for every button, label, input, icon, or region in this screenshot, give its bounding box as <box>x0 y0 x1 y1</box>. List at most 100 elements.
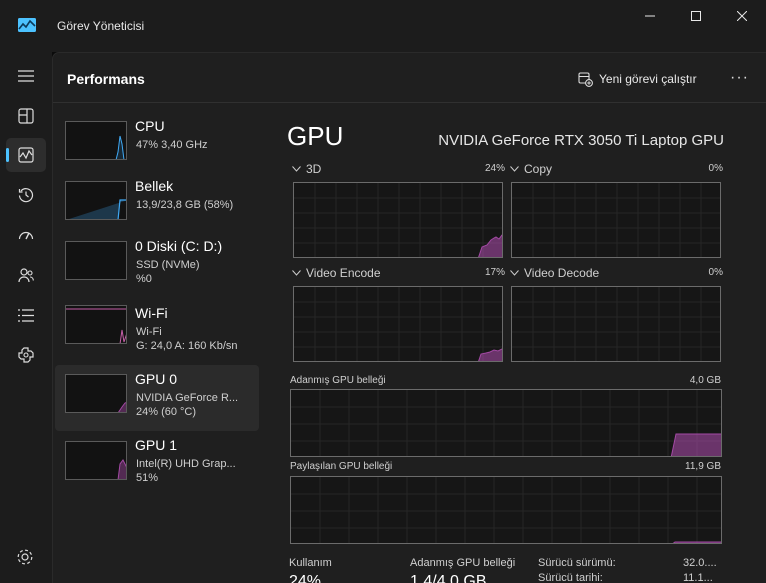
device-detail-2: G: 24,0 A: 160 Kb/sn <box>136 340 238 352</box>
chevron-down-icon <box>510 166 519 172</box>
stat-utilization-value: 24% <box>289 573 322 583</box>
gpu1-thumbnail-graph <box>65 441 127 480</box>
engine-percent: 17% <box>484 267 505 278</box>
disk-thumbnail-graph <box>65 241 127 280</box>
engine-video-encode-selector[interactable]: Video Encode <box>292 266 381 280</box>
hamburger-menu-icon <box>18 70 34 82</box>
close-button[interactable] <box>719 0 765 32</box>
chevron-down-icon <box>292 270 301 276</box>
dedicated-memory-graph <box>290 389 722 457</box>
stat-dedicated-memory-value: 1,4/4,0 GB <box>410 573 487 583</box>
memory-thumbnail-graph <box>65 181 127 220</box>
engine-label: Video Decode <box>524 266 600 280</box>
nav-details[interactable] <box>6 298 46 332</box>
page-header: Performans Yeni görevi çalıştır ··· <box>53 53 766 103</box>
cpu-thumbnail-graph <box>65 121 127 160</box>
shared-memory-label: Paylaşılan GPU belleği <box>290 461 393 472</box>
processes-icon <box>18 108 34 124</box>
engine-copy-graph <box>511 182 721 258</box>
dedicated-memory-max: 4,0 GB <box>689 375 721 386</box>
engine-copy-selector[interactable]: Copy <box>510 162 552 176</box>
engine-percent: 0% <box>708 267 723 278</box>
nav-menu-button[interactable] <box>6 59 46 93</box>
device-item-memory[interactable]: Bellek 13,9/23,8 GB (58%) <box>55 172 259 238</box>
device-item-wifi[interactable]: Wi-Fi Wi-Fi G: 24,0 A: 160 Kb/sn <box>55 299 259 365</box>
run-new-task-label: Yeni görevi çalıştır <box>599 72 697 86</box>
engine-percent: 0% <box>708 163 723 174</box>
run-new-task-icon <box>578 71 593 87</box>
startup-apps-icon <box>18 231 34 240</box>
nav-app-history[interactable] <box>6 178 46 212</box>
users-icon <box>18 268 34 283</box>
dedicated-memory-label: Adanmış GPU belleği <box>290 375 386 386</box>
stat-dedicated-memory-label: Adanmış GPU belleği <box>410 557 516 569</box>
device-detail: SSD (NVMe) <box>136 259 200 271</box>
close-icon <box>737 11 747 21</box>
stat-driver-version-label: Sürücü sürümü: <box>538 557 616 569</box>
maximize-icon <box>691 11 701 21</box>
minimize-icon <box>645 15 655 17</box>
device-detail-2: 51% <box>136 472 159 484</box>
shared-memory-graph <box>290 476 722 544</box>
device-list: CPU 47% 3,40 GHz Bellek 13,9/23,8 GB (58… <box>53 104 259 583</box>
app-history-icon <box>18 188 34 203</box>
engine-label: 3D <box>306 162 322 176</box>
run-new-task-button[interactable]: Yeni görevi çalıştır <box>578 70 697 88</box>
engine-3d-graph <box>293 182 503 258</box>
engine-label: Video Encode <box>306 266 381 280</box>
stat-driver-version-value: 32.0.... <box>683 557 717 569</box>
gpu0-thumbnail-graph <box>65 374 127 413</box>
more-options-button[interactable]: ··· <box>730 69 749 87</box>
engine-percent: 24% <box>484 163 505 174</box>
device-detail: 13,9/23,8 GB (58%) <box>136 199 234 211</box>
stat-driver-date-label: Sürücü tarihi: <box>538 572 603 583</box>
wifi-thumbnail-graph <box>65 305 127 344</box>
performance-icon <box>18 147 34 163</box>
device-detail: Intel(R) UHD Grap... <box>136 458 236 470</box>
engine-label: Copy <box>524 162 553 176</box>
device-item-gpu-1[interactable]: GPU 1 Intel(R) UHD Grap... 51% <box>55 431 259 497</box>
device-detail-2: 24% (60 °C) <box>136 406 197 418</box>
minimize-button[interactable] <box>627 0 673 32</box>
device-detail: NVIDIA GeForce R... <box>136 392 239 404</box>
chevron-down-icon <box>510 270 519 276</box>
maximize-button[interactable] <box>673 0 719 32</box>
stat-utilization-label: Kullanım <box>289 557 332 569</box>
title-bar: Görev Yöneticisi <box>0 0 766 52</box>
nav-performance[interactable] <box>6 138 46 172</box>
device-item-disk[interactable]: 0 Diski (C: D:) SSD (NVMe) %0 <box>55 232 259 298</box>
gpu-model: NVIDIA GeForce RTX 3050 Ti Laptop GPU <box>438 132 724 149</box>
device-name: GPU 1 <box>135 437 178 453</box>
device-name: Bellek <box>135 178 174 194</box>
nav-processes[interactable] <box>6 99 46 133</box>
nav-startup-apps[interactable] <box>6 218 46 252</box>
services-icon <box>18 347 34 363</box>
device-name: CPU <box>135 118 165 134</box>
device-detail: Wi-Fi <box>136 326 162 338</box>
device-item-cpu[interactable]: CPU 47% 3,40 GHz <box>55 112 259 178</box>
settings-icon <box>17 549 33 565</box>
nav-services[interactable] <box>6 338 46 372</box>
chevron-down-icon <box>292 166 301 172</box>
device-name: Wi-Fi <box>135 305 168 321</box>
device-name: GPU 0 <box>135 371 178 387</box>
engine-video-decode-selector[interactable]: Video Decode <box>510 266 599 280</box>
shared-memory-max: 11,9 GB <box>685 461 721 472</box>
device-detail: 47% 3,40 GHz <box>136 139 208 151</box>
engine-video-decode-graph <box>511 286 721 362</box>
task-manager-app-icon <box>18 18 36 32</box>
window-title: Görev Yöneticisi <box>57 19 145 33</box>
stat-driver-date-value: 11.1... <box>683 572 713 583</box>
engine-3d-selector[interactable]: 3D <box>292 162 321 176</box>
engine-video-encode-graph <box>293 286 503 362</box>
device-detail-2: %0 <box>136 273 152 285</box>
gpu-title: GPU <box>287 121 344 151</box>
device-name: 0 Diski (C: D:) <box>135 238 223 254</box>
navigation-rail <box>0 52 52 583</box>
details-icon <box>18 308 34 322</box>
main-content: Performans Yeni görevi çalıştır ··· CPU … <box>52 52 766 583</box>
page-title: Performans <box>67 71 145 87</box>
device-item-gpu-0[interactable]: GPU 0 NVIDIA GeForce R... 24% (60 °C) <box>55 365 259 431</box>
nav-settings[interactable] <box>16 548 34 571</box>
nav-users[interactable] <box>6 258 46 292</box>
